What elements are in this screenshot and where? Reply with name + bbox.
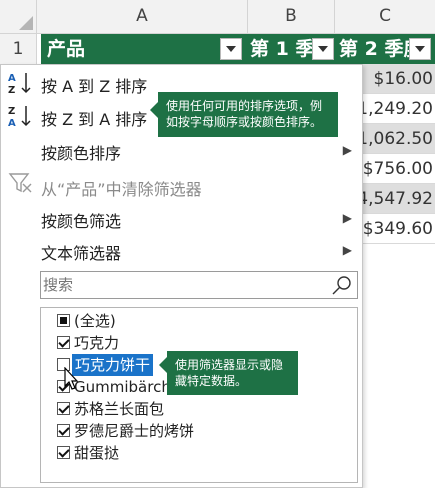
svg-text:A: A bbox=[8, 73, 16, 84]
svg-text:Z: Z bbox=[8, 106, 15, 117]
filter-dropdown-q1[interactable] bbox=[312, 38, 334, 60]
corner-triangle-icon bbox=[19, 16, 33, 30]
header-cell-product[interactable]: 产品 bbox=[41, 34, 248, 64]
column-header-b[interactable]: B bbox=[248, 0, 335, 34]
sort-a-to-z-icon: A Z bbox=[8, 73, 31, 95]
filter-search-input[interactable] bbox=[41, 272, 323, 298]
list-item-label: 巧克力饼干 bbox=[72, 354, 154, 376]
filter-by-color-item[interactable]: 按颜色筛选 bbox=[41, 208, 121, 232]
sort-z-to-a-icon: Z A bbox=[8, 106, 31, 128]
chevron-right-icon: ▶ bbox=[342, 211, 352, 225]
svg-text:Z: Z bbox=[8, 85, 15, 95]
chevron-right-icon: ▶ bbox=[342, 143, 352, 157]
search-icon bbox=[332, 276, 351, 295]
header-cell-q2[interactable]: 第 2 季度 bbox=[335, 34, 435, 64]
list-item-label: 甜蛋挞 bbox=[74, 444, 120, 462]
filter-dropdown-product[interactable] bbox=[220, 38, 242, 60]
column-header-a[interactable]: A bbox=[37, 0, 248, 34]
checkbox-select-all[interactable] bbox=[57, 314, 70, 327]
list-item-label: 巧克力 bbox=[74, 334, 120, 352]
select-all-corner[interactable] bbox=[0, 0, 37, 34]
filter-dropdown-q2[interactable] bbox=[409, 38, 431, 60]
clear-filter-icon bbox=[8, 173, 32, 193]
sort-z-to-a-item[interactable]: 按 Z 到 A 排序 bbox=[41, 106, 147, 130]
list-item-label: (全选) bbox=[74, 312, 116, 330]
clear-filter-item[interactable]: 从“产品”中清除筛选器 bbox=[41, 176, 202, 200]
filter-search-box bbox=[40, 271, 358, 299]
svg-text:A: A bbox=[8, 118, 16, 128]
filter-tooltip: 使用筛选器显示或隐藏特定数据。 bbox=[159, 351, 298, 395]
header-cell-q1[interactable]: 第 1 季度 bbox=[248, 34, 335, 64]
header-product-label: 产品 bbox=[47, 38, 86, 60]
text-filters-item[interactable]: 文本筛选器 bbox=[41, 240, 121, 264]
checkbox[interactable] bbox=[57, 424, 70, 437]
row-header-1[interactable]: 1 bbox=[0, 34, 37, 64]
checkbox[interactable] bbox=[57, 446, 70, 459]
filter-values-list: (全选) 巧克力 巧克力饼干 Gummibärchen 苏格兰长面包 罗德尼爵士… bbox=[40, 307, 358, 483]
checkbox[interactable] bbox=[57, 336, 70, 349]
sort-by-color-item[interactable]: 按颜色排序 bbox=[41, 140, 121, 164]
chevron-right-icon: ▶ bbox=[342, 243, 352, 257]
sort-a-to-z-item[interactable]: 按 A 到 Z 排序 bbox=[41, 73, 147, 97]
list-item-label: 苏格兰长面包 bbox=[74, 400, 165, 418]
sort-tooltip: 使用任何可用的排序选项，例如按字母顺序或按颜色排序。 bbox=[150, 92, 338, 137]
checkbox[interactable] bbox=[57, 402, 70, 415]
mouse-pointer-icon bbox=[64, 367, 79, 390]
sort-tooltip-text: 使用任何可用的排序选项，例如按字母顺序或按颜色排序。 bbox=[166, 99, 323, 129]
list-item-label: 罗德尼爵士的烤饼 bbox=[74, 422, 195, 440]
filter-tooltip-text: 使用筛选器显示或隐藏特定数据。 bbox=[175, 358, 284, 388]
column-header-c[interactable]: C bbox=[335, 0, 435, 34]
